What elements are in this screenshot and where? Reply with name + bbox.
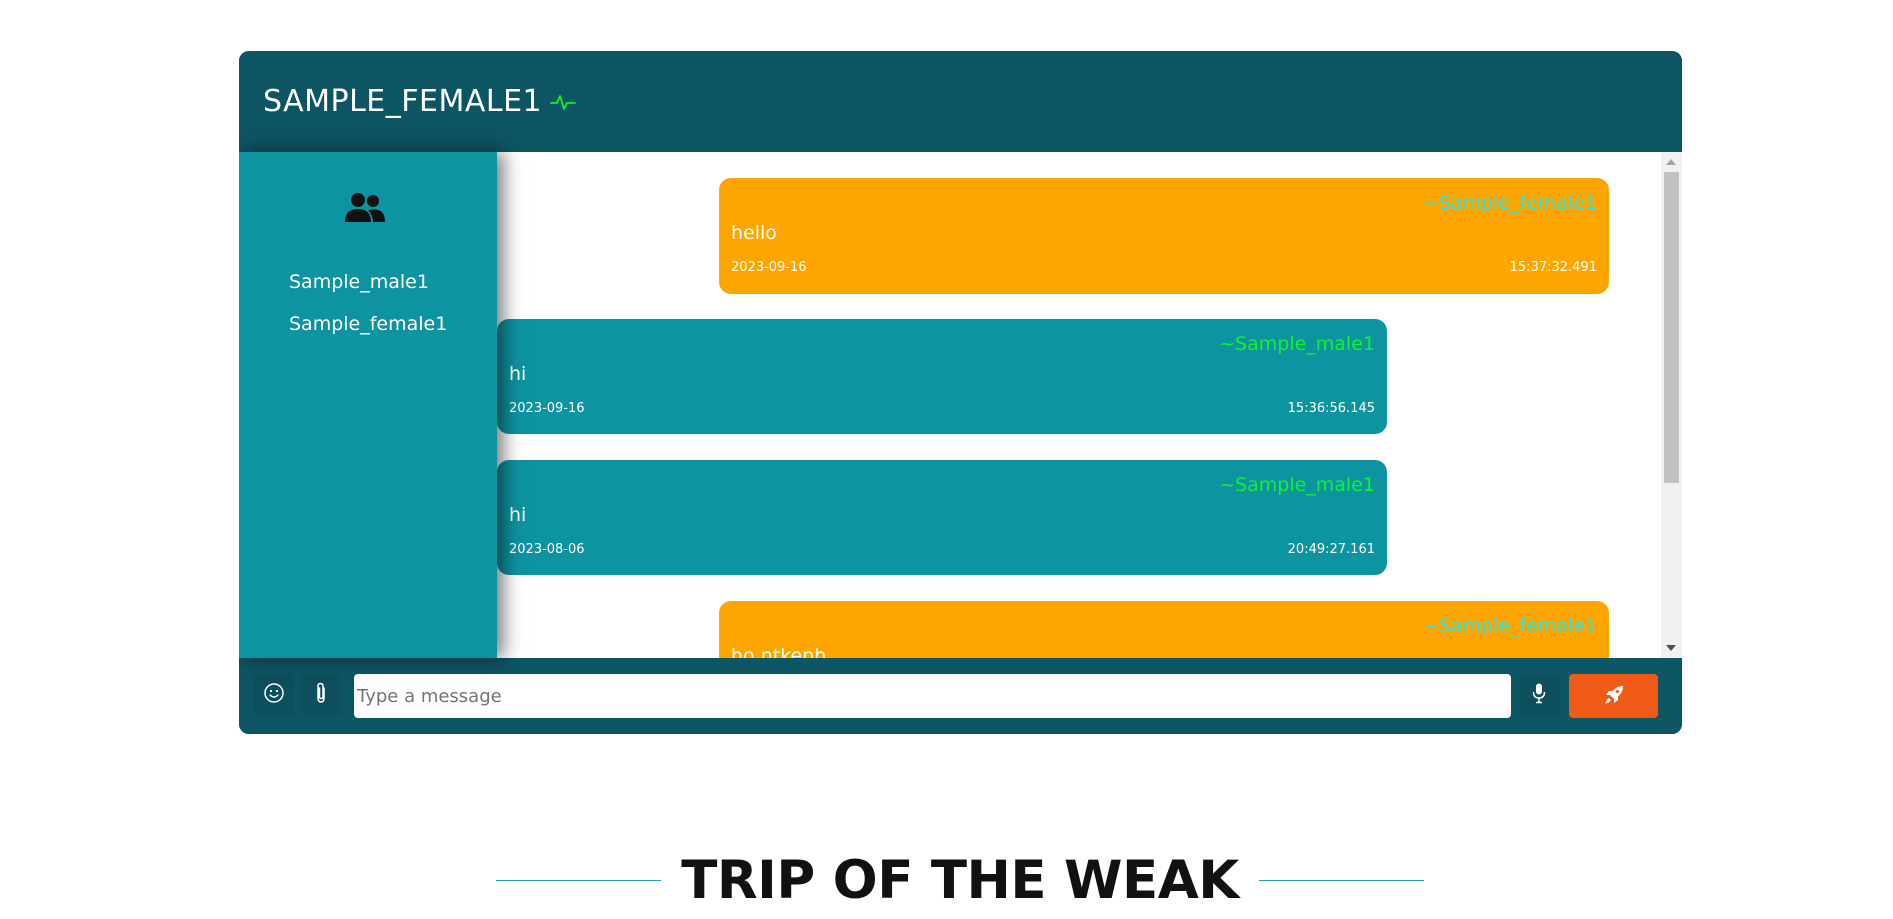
message-sender: ~Sample_female1 — [1422, 192, 1597, 214]
message-time: 15:37:32.491 — [1509, 260, 1597, 275]
message-text: hi — [509, 504, 527, 526]
scroll-up-arrow-icon[interactable] — [1666, 159, 1676, 165]
message-list[interactable]: ~Sample_female1 hello 2023-09-16 15:37:3… — [497, 152, 1661, 658]
message-text: ho ntkenh — [731, 645, 827, 658]
message-sender: ~Sample_male1 — [1219, 333, 1375, 355]
message-date: 2023-09-16 — [731, 260, 807, 275]
user-item[interactable]: Sample_male1 — [289, 270, 447, 312]
message-sender: ~Sample_female1 — [1422, 615, 1597, 637]
user-list: Sample_male1 Sample_female1 — [289, 270, 447, 354]
chat-body: Sample_male1 Sample_female1 ~Sample_fema… — [239, 152, 1682, 658]
message-sender: ~Sample_male1 — [1219, 474, 1375, 496]
paperclip-icon — [314, 682, 328, 708]
scroll-thumb[interactable] — [1664, 172, 1679, 483]
heading-divider-left — [496, 879, 662, 881]
message-bubble: ~Sample_female1 ho ntkenh — [719, 601, 1609, 658]
message-date: 2023-09-16 — [509, 401, 585, 416]
user-item[interactable]: Sample_female1 — [289, 312, 447, 354]
chat-title: SAMPLE_FEMALE1 — [263, 84, 543, 119]
chat-header: SAMPLE_FEMALE1 — [239, 51, 1682, 152]
message-time: 15:36:56.145 — [1287, 401, 1375, 416]
activity-pulse-icon — [550, 91, 577, 113]
users-sidebar: Sample_male1 Sample_female1 — [239, 152, 497, 658]
message-bubble: ~Sample_male1 hi 2023-08-06 20:49:27.161 — [497, 460, 1387, 575]
microphone-icon — [1531, 682, 1547, 708]
attach-button[interactable] — [301, 674, 341, 715]
message-composer — [239, 658, 1682, 734]
rocket-icon — [1603, 684, 1625, 709]
chat-window: SAMPLE_FEMALE1 Sample_male1 Sample_femal… — [239, 51, 1682, 734]
emoji-button[interactable] — [254, 674, 294, 715]
message-date: 2023-08-06 — [509, 542, 585, 557]
message-input[interactable] — [354, 674, 1511, 718]
message-scrollbar[interactable] — [1661, 152, 1682, 658]
heading-divider-right — [1258, 879, 1424, 881]
send-button[interactable] — [1569, 674, 1658, 718]
message-bubble: ~Sample_male1 hi 2023-09-16 15:36:56.145 — [497, 319, 1387, 434]
section-title: TRIP OF THE WEAK — [681, 849, 1239, 911]
message-text: hello — [731, 222, 777, 244]
scroll-down-arrow-icon[interactable] — [1666, 645, 1676, 651]
message-time: 20:49:27.161 — [1287, 542, 1375, 557]
message-text: hi — [509, 363, 527, 385]
smiley-icon — [263, 682, 285, 708]
section-heading: TRIP OF THE WEAK — [496, 845, 1424, 915]
users-icon — [344, 192, 386, 224]
message-bubble: ~Sample_female1 hello 2023-09-16 15:37:3… — [719, 178, 1609, 294]
voice-record-button[interactable] — [1519, 674, 1559, 715]
